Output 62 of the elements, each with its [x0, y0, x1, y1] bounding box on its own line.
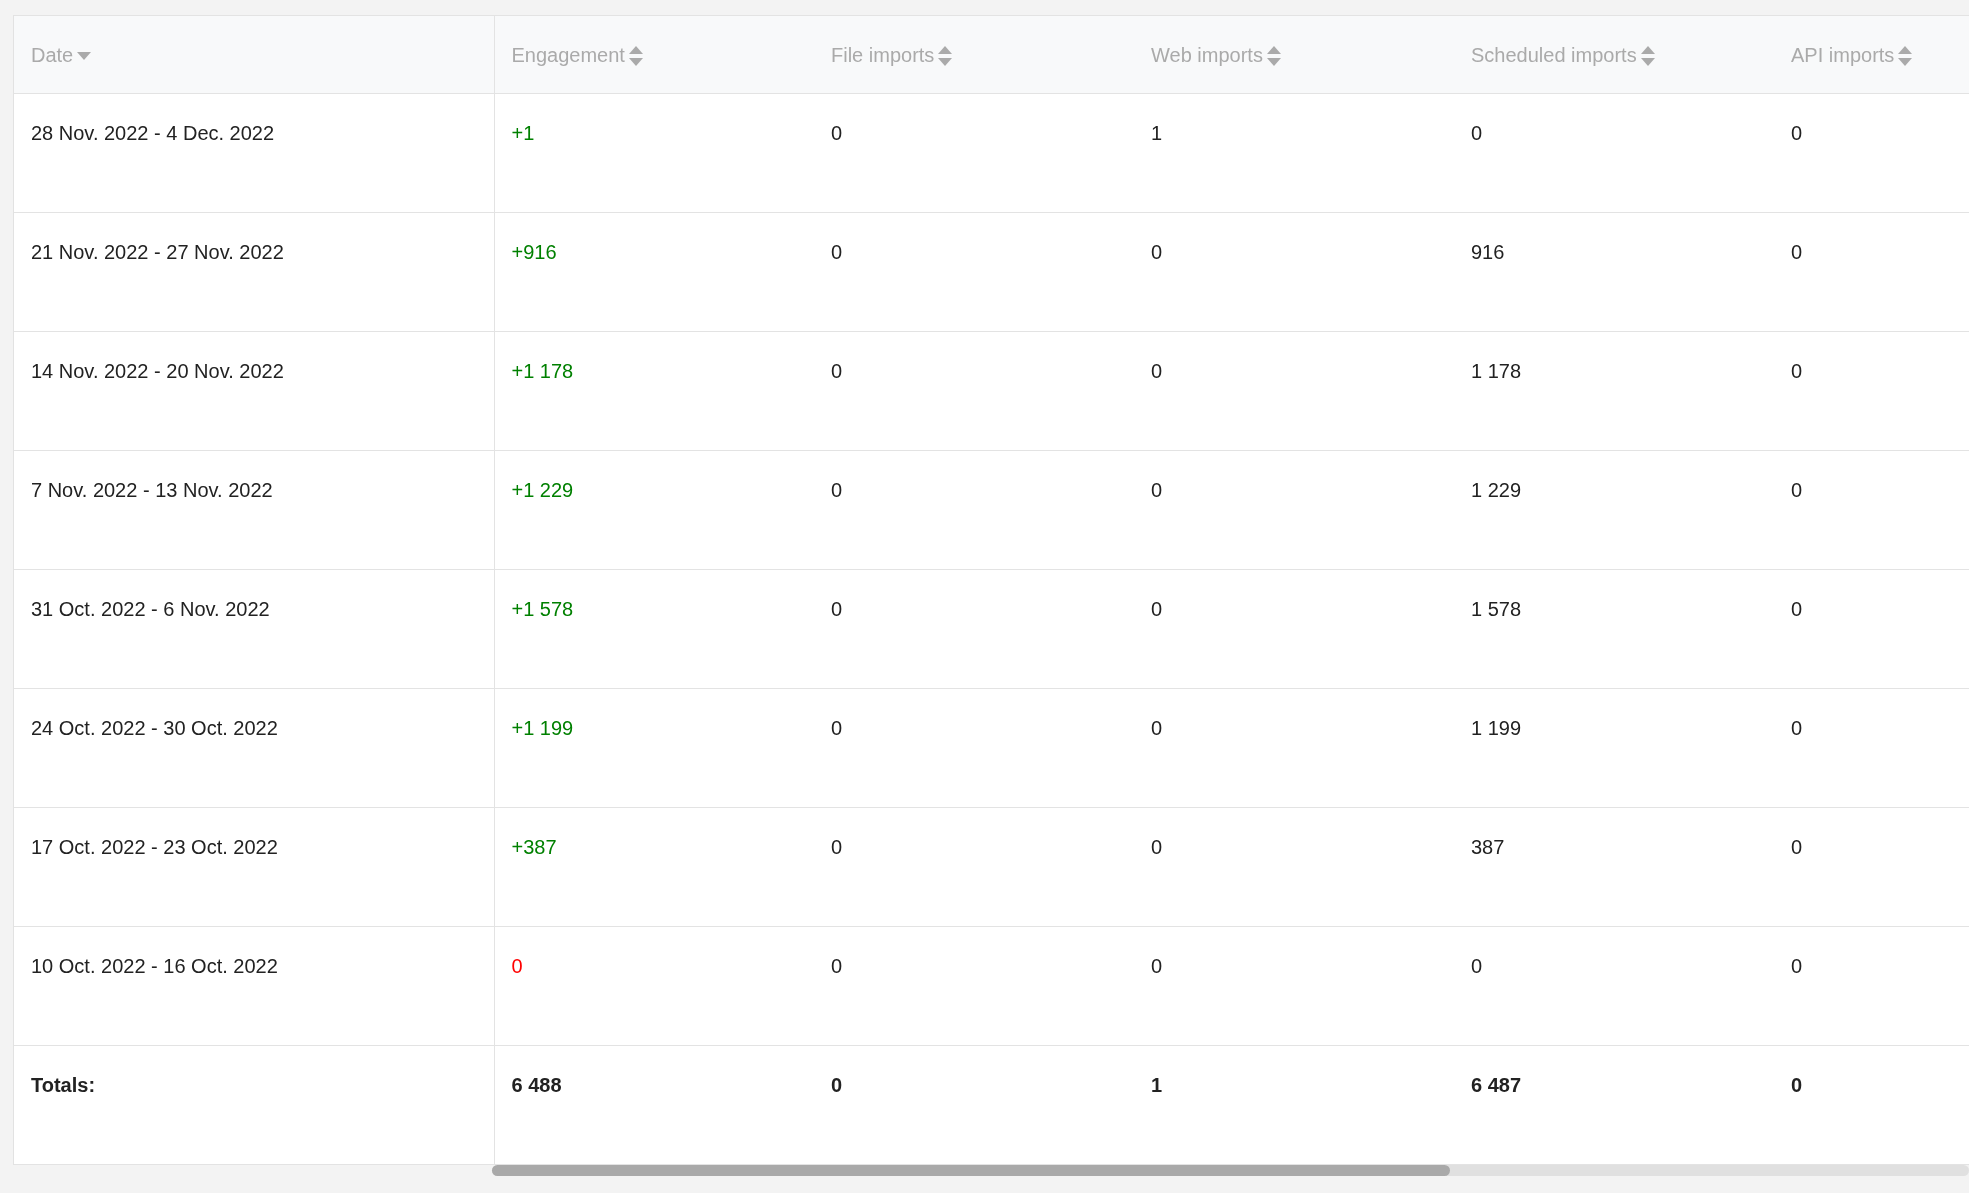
table-cell: 0	[831, 241, 843, 263]
table-cell: 0	[1151, 360, 1163, 382]
scrollbar-thumb[interactable]	[492, 1165, 1450, 1176]
table-cell: 0	[1151, 598, 1163, 620]
totals-label: Totals:	[31, 1074, 96, 1096]
table-cell: 0	[831, 598, 843, 620]
column-header[interactable]: Web imports	[1151, 43, 1263, 66]
engagement-value: +1 199	[511, 717, 574, 739]
table-cell: 0	[1471, 122, 1483, 144]
table-cell: 0	[1151, 717, 1163, 739]
engagement-value: +916	[511, 241, 557, 263]
engagement-value: +1 229	[511, 479, 574, 501]
total-value: 6 488	[511, 1074, 562, 1096]
table-cell: 0	[831, 836, 843, 858]
table-cell: 1 199	[1471, 717, 1522, 739]
table-cell: 0	[1791, 836, 1803, 858]
table-cell: 0	[1791, 479, 1803, 501]
table-cell: 0	[1791, 717, 1803, 739]
table-cell: 0	[831, 122, 843, 144]
table-cell: 1 229	[1471, 479, 1522, 501]
column-header[interactable]: Engagement	[511, 43, 625, 66]
date-cell: 31 Oct. 2022 - 6 Nov. 2022	[31, 598, 270, 620]
total-value: 0	[831, 1074, 843, 1096]
total-value: 1	[1151, 1074, 1163, 1096]
table-cell: 0	[831, 955, 843, 977]
date-cell: 17 Oct. 2022 - 23 Oct. 2022	[31, 836, 278, 858]
table-cell: 0	[1791, 360, 1803, 382]
table-cell: 0	[1471, 955, 1483, 977]
table-cell: 387	[1471, 836, 1505, 858]
table-cell: 0	[1151, 955, 1163, 977]
scrollbar-track[interactable]	[492, 1165, 1969, 1176]
table-cell: 1 178	[1471, 360, 1522, 382]
table-cell: 0	[1791, 598, 1803, 620]
table-cell: 0	[1151, 241, 1163, 263]
date-cell: 24 Oct. 2022 - 30 Oct. 2022	[31, 717, 278, 739]
column-header[interactable]: API imports	[1791, 43, 1895, 66]
table-cell: 0	[831, 717, 843, 739]
column-header[interactable]: File imports	[831, 43, 935, 66]
table-cell: 1 578	[1471, 598, 1522, 620]
total-value: 0	[1791, 1074, 1803, 1096]
engagement-value: +1 178	[511, 360, 574, 382]
column-header[interactable]: Scheduled imports	[1471, 43, 1637, 66]
engagement-value: +1 578	[511, 598, 574, 620]
table-cell: 916	[1471, 241, 1505, 263]
table-cell: 0	[1151, 836, 1163, 858]
table-cell: 0	[831, 479, 843, 501]
total-value: 6 487	[1471, 1074, 1522, 1096]
engagement-value: +1	[511, 122, 535, 144]
date-cell: 10 Oct. 2022 - 16 Oct. 2022	[31, 955, 278, 977]
table-cell: 1	[1151, 122, 1163, 144]
date-cell: 14 Nov. 2022 - 20 Nov. 2022	[31, 360, 284, 382]
table-cell: 0	[1791, 241, 1803, 263]
table-cell: 0	[1791, 122, 1803, 144]
engagement-value: 0	[511, 955, 523, 977]
engagement-value: +387	[511, 836, 557, 858]
table-cell: 0	[831, 360, 843, 382]
date-cell: 21 Nov. 2022 - 27 Nov. 2022	[31, 241, 284, 263]
column-header[interactable]: Date	[31, 43, 74, 66]
table-cell: 0	[1791, 955, 1803, 977]
date-cell: 7 Nov. 2022 - 13 Nov. 2022	[31, 479, 273, 501]
table-cell: 0	[1151, 479, 1163, 501]
date-cell: 28 Nov. 2022 - 4 Dec. 2022	[31, 122, 275, 144]
